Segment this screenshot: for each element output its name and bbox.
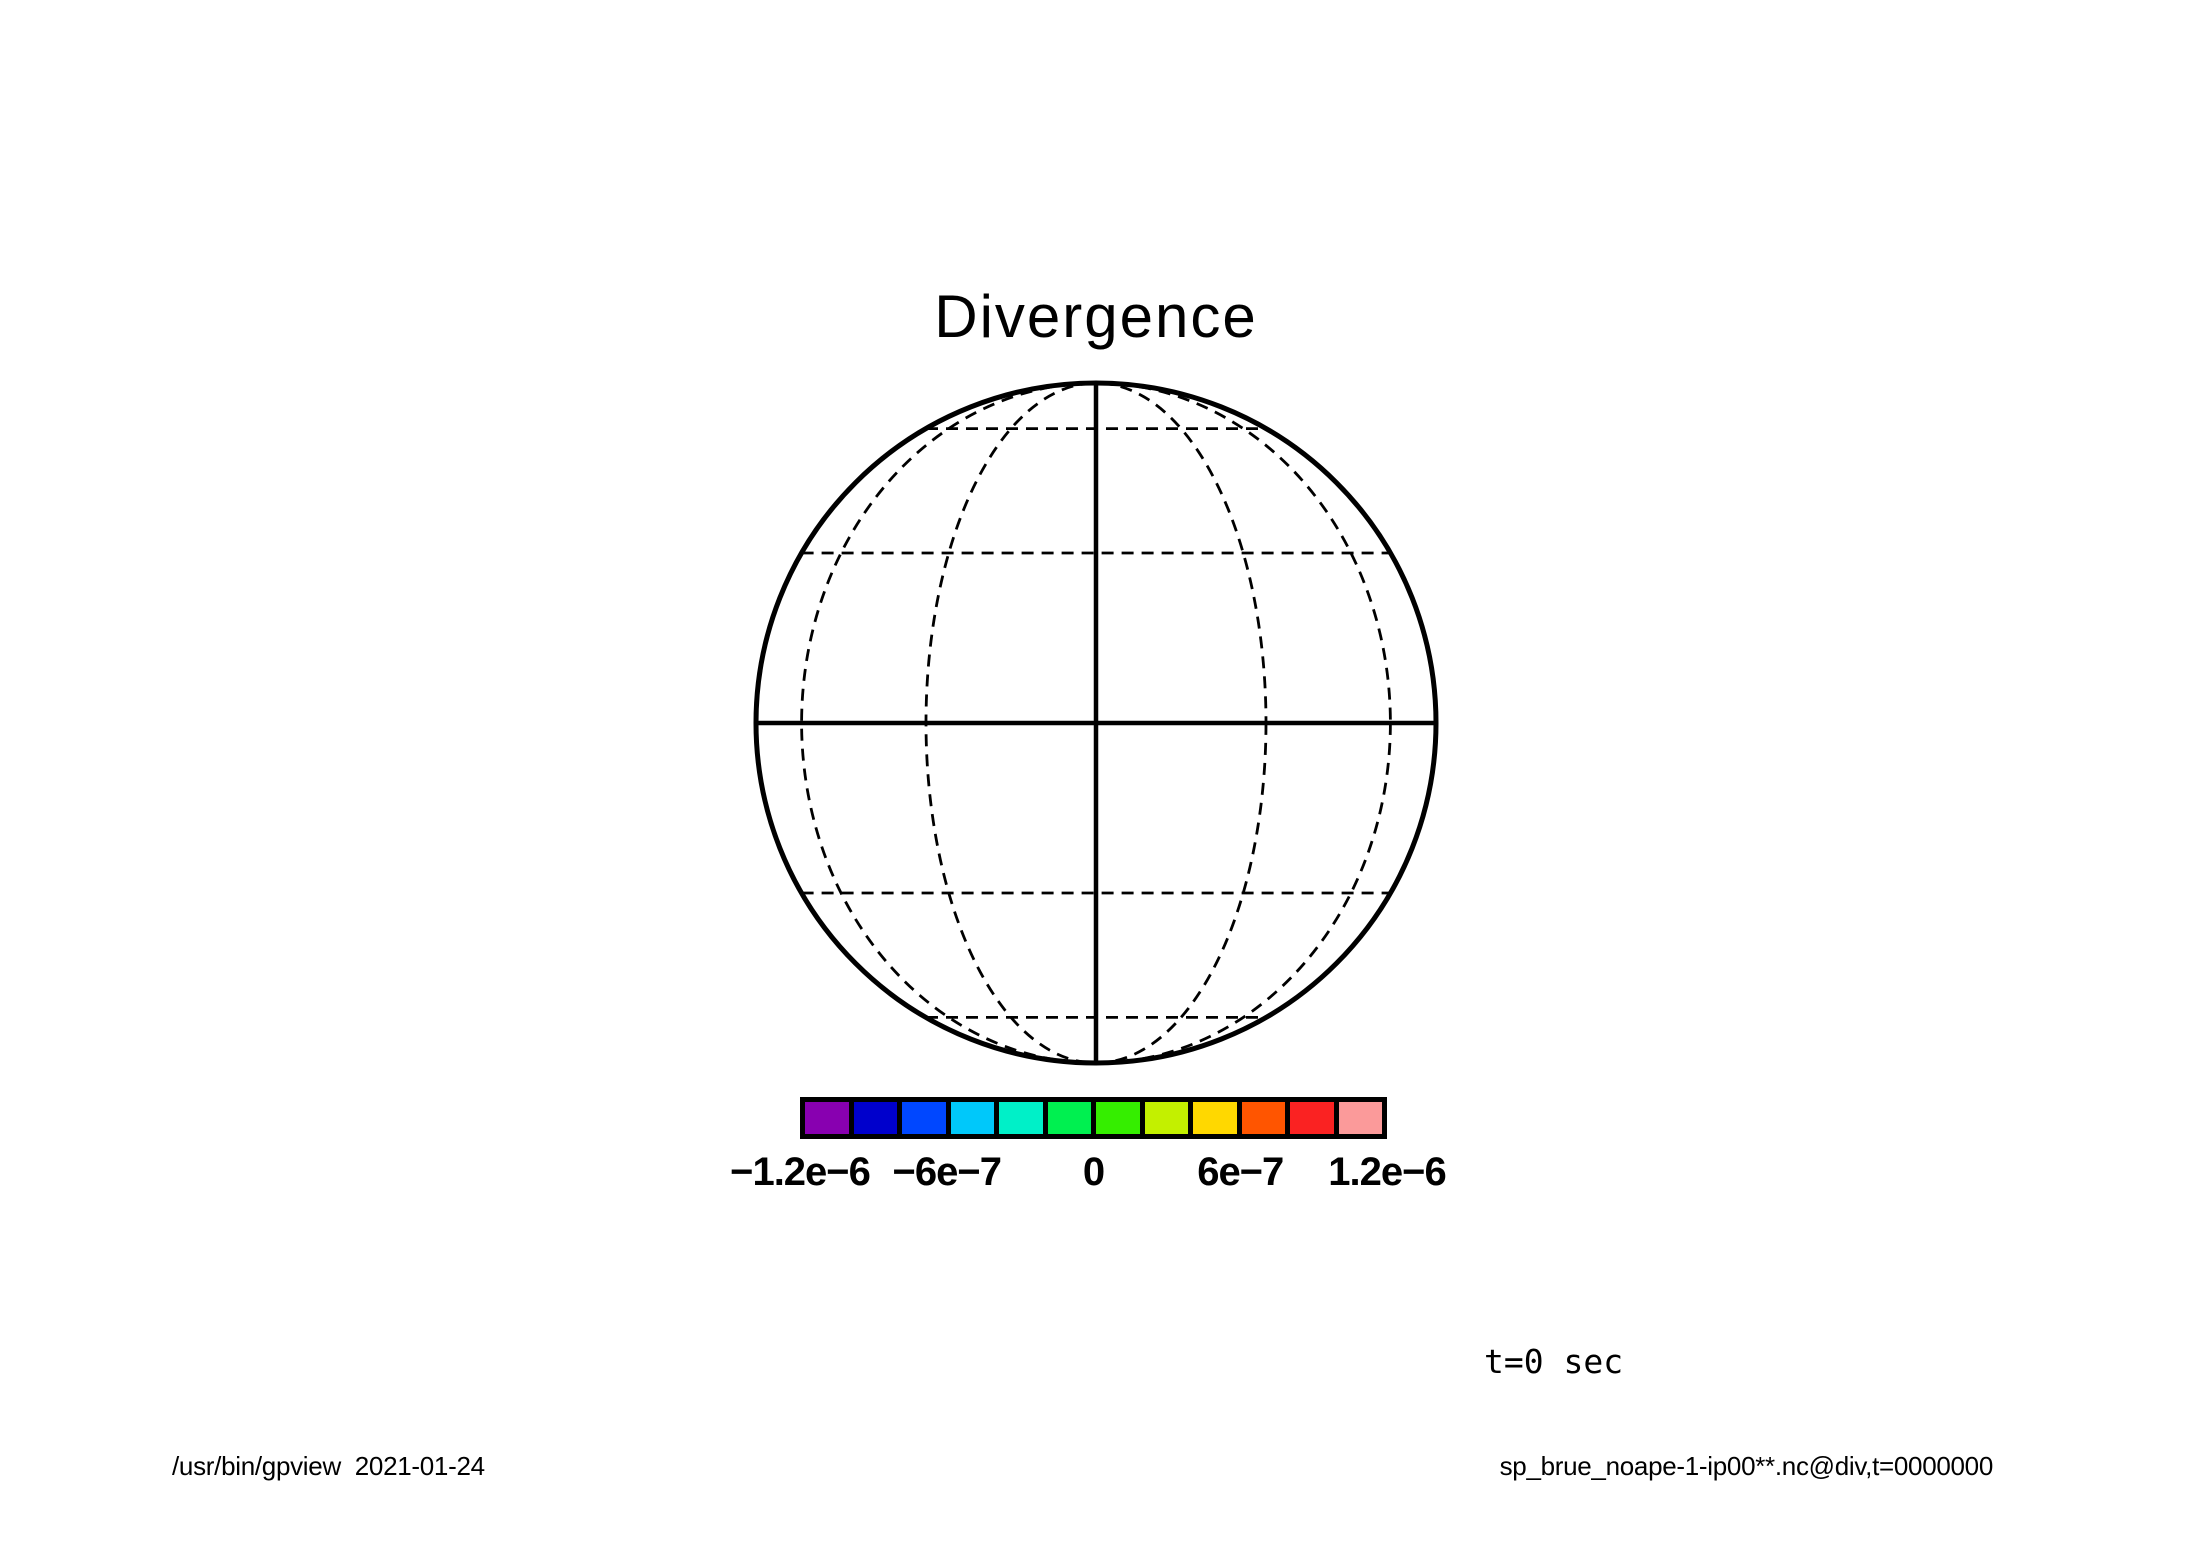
footer-filename: sp_brue_noape-1-ip00**.nc@div,t=0000000 bbox=[1499, 1451, 1994, 1481]
plot-canvas: Divergence −1.2e−6 −6e−7 0 6e−7 1.2e−6 t=0 s… bbox=[0, 0, 2188, 1546]
plot-title: Divergence bbox=[934, 283, 1258, 350]
colorbar-tick-label: −6e−7 bbox=[892, 1150, 1002, 1194]
colorbar-cell bbox=[1290, 1102, 1334, 1134]
time-label: t=0 sec bbox=[1484, 1342, 1624, 1381]
colorbar-tick-label: 1.2e−6 bbox=[1328, 1150, 1446, 1194]
colorbar-cell bbox=[1193, 1102, 1237, 1134]
colorbar-cell bbox=[902, 1102, 946, 1134]
colorbar-tick-label: 0 bbox=[1082, 1150, 1105, 1194]
colorbar-tick-label: 6e−7 bbox=[1197, 1150, 1284, 1194]
colorbar-cell bbox=[805, 1102, 849, 1134]
globe-map bbox=[753, 380, 1439, 1066]
colorbar-cell bbox=[1047, 1102, 1091, 1134]
colorbar bbox=[800, 1097, 1387, 1139]
colorbar-tick-label: −1.2e−6 bbox=[730, 1150, 871, 1194]
colorbar-cell bbox=[853, 1102, 897, 1134]
colorbar-cell bbox=[1338, 1102, 1382, 1134]
colorbar-cell bbox=[1144, 1102, 1188, 1134]
colorbar-cell bbox=[950, 1102, 994, 1134]
colorbar-cell bbox=[1241, 1102, 1285, 1134]
colorbar-cell bbox=[1096, 1102, 1140, 1134]
footer-command-date: /usr/bin/gpview 2021-01-24 bbox=[172, 1451, 485, 1481]
colorbar-cell bbox=[999, 1102, 1043, 1134]
